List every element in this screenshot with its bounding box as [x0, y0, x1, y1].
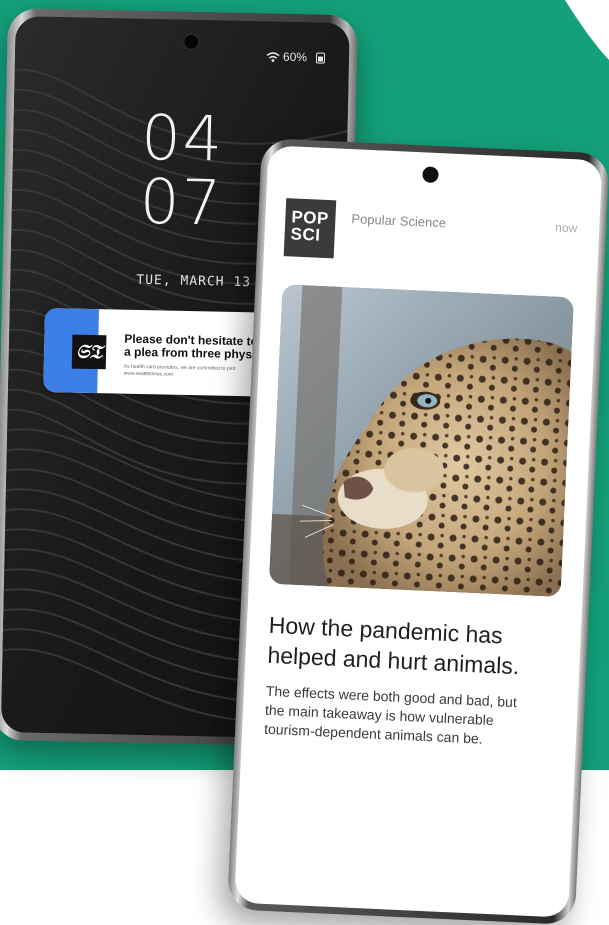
- battery-percent: 60%: [282, 49, 308, 65]
- clock-hour: 04: [140, 100, 225, 176]
- battery-icon: [315, 51, 326, 64]
- article-summary: The effects were both good and bad, but …: [263, 682, 518, 747]
- status-bar: 60%: [266, 49, 326, 65]
- article-screen[interactable]: POP SCI Popular Science now How the pand…: [234, 145, 603, 918]
- app-name: Popular Science: [351, 211, 447, 231]
- article-phone: POP SCI Popular Science now How the pand…: [226, 138, 609, 925]
- wifi-icon: [266, 51, 280, 62]
- lock-date: TUE, MARCH 13: [136, 272, 252, 291]
- article-headline[interactable]: How the pandemic has helped and hurt ani…: [267, 610, 579, 684]
- leopard-photo-icon: [268, 284, 575, 598]
- leopard-image[interactable]: [268, 284, 575, 598]
- front-camera: [422, 166, 439, 184]
- notification-time: now: [554, 220, 578, 236]
- popsci-logo: POP SCI: [283, 198, 337, 259]
- seattle-times-logo: 𝔖𝔗: [71, 334, 107, 370]
- clock-minute: 07: [139, 164, 224, 240]
